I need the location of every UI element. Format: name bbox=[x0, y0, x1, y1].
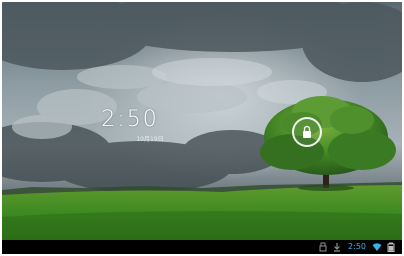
lock-icon bbox=[303, 125, 311, 138]
wallpaper: 2:50 10月19日 bbox=[2, 2, 402, 240]
status-bar: 2:50 bbox=[2, 240, 402, 254]
lockscreen-date: 10月19日 bbox=[136, 136, 164, 143]
lockscreen-clock: 2:50 bbox=[101, 107, 159, 132]
download-icon bbox=[334, 243, 341, 252]
usb-icon bbox=[319, 242, 327, 252]
lock-screen: 2:50 10月19日 2:50 bbox=[2, 2, 402, 254]
wallpaper-image bbox=[2, 2, 402, 240]
status-icons: 2:50 bbox=[318, 240, 396, 254]
unlock-button[interactable] bbox=[292, 117, 322, 147]
status-time: 2:50 bbox=[348, 242, 366, 251]
battery-icon bbox=[387, 242, 395, 252]
wifi-icon bbox=[372, 243, 382, 251]
